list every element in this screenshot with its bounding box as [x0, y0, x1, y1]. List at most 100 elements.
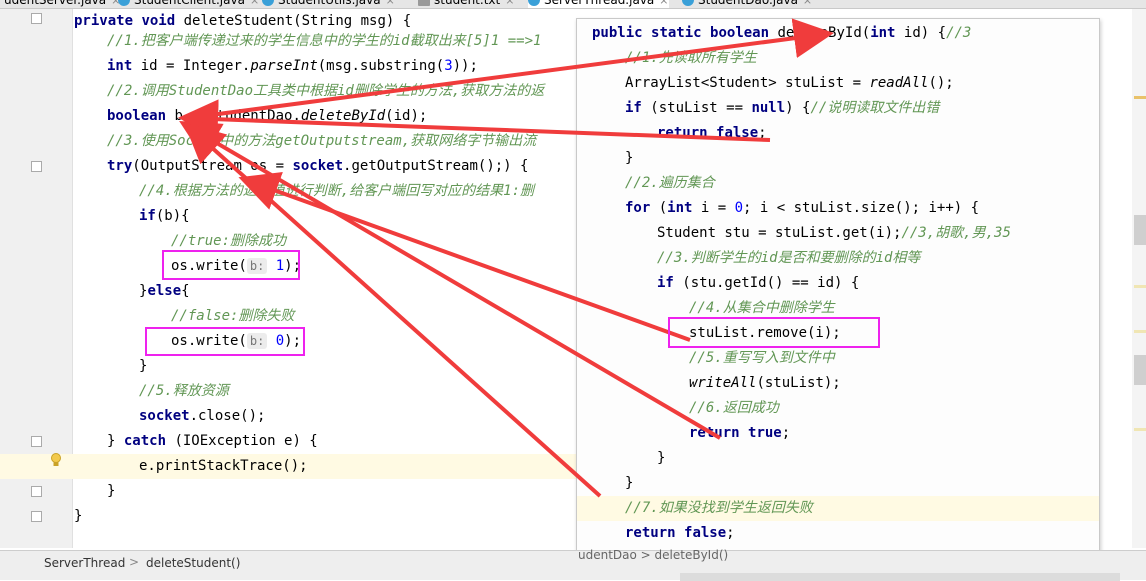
code-token: int: [107, 58, 133, 74]
code-line: //1.先读取所有学生: [577, 46, 757, 71]
code-token: true: [748, 425, 782, 441]
code-token: false: [716, 125, 759, 141]
fold-marker-icon[interactable]: [31, 486, 42, 497]
code-token: //3,胡歌,男,35: [901, 225, 1011, 241]
code-token: //6.返回成功: [689, 400, 779, 416]
close-icon[interactable]: ×: [505, 0, 514, 8]
code-token: (: [650, 200, 668, 216]
code-token: //3.判断学生的id是否和要删除的id相等: [657, 250, 921, 266]
code-token: }: [107, 483, 116, 499]
code-token: if: [139, 208, 156, 224]
code-token: deleteById: [300, 108, 386, 124]
code-token: //2.遍历集合: [625, 175, 715, 191]
code-token: 0: [267, 333, 285, 349]
code-line: writeAll(stuList);: [577, 371, 841, 396]
popup-breadcrumb: udentDao > deleteById(): [578, 548, 729, 562]
code-token: .getOutputStream();) {: [343, 158, 529, 174]
lightbulb-icon[interactable]: [50, 453, 62, 467]
code-token: b = StudentDao.: [166, 108, 301, 124]
code-token: }: [625, 150, 634, 166]
fold-marker-icon[interactable]: [31, 161, 42, 172]
code-token: //3: [946, 25, 972, 41]
tab-2[interactable]: StudentUtils.java ×: [262, 0, 395, 8]
text-file-icon: [418, 0, 430, 6]
java-class-icon: [682, 0, 694, 6]
code-line: for (int i = 0; i < stuList.size(); i++)…: [577, 196, 979, 221]
fold-marker-icon[interactable]: [31, 511, 42, 522]
code-token: private: [74, 13, 134, 29]
code-token: .close();: [189, 408, 266, 424]
code-token: (stuList ==: [641, 100, 752, 116]
code-token: writeAll: [689, 375, 757, 391]
code-token: 1: [267, 258, 285, 274]
tab-3[interactable]: student.txt ×: [418, 0, 514, 8]
code-token: public: [592, 25, 643, 41]
scroll-marker: [1134, 96, 1146, 99]
code-line: }: [577, 446, 665, 471]
close-icon[interactable]: ×: [659, 0, 668, 8]
breadcrumb-class[interactable]: ServerThread: [44, 556, 125, 570]
fold-marker-icon[interactable]: [31, 13, 42, 24]
code-token: {: [181, 283, 190, 299]
code-token: //1.把客户端传递过来的学生信息中的学生的id截取出来[5]1 ==>1: [107, 33, 542, 49]
code-token: //4.从集合中删除学生: [689, 300, 835, 316]
code-token: //1.先读取所有学生: [625, 50, 757, 66]
code-token: id = Integer.: [132, 58, 251, 74]
code-token: ArrayList<Student> stuList =: [625, 75, 870, 91]
code-token: socket: [292, 158, 344, 174]
tab-1[interactable]: StudentClient.java ×: [118, 0, 259, 8]
editor-scrollbar[interactable]: [1132, 9, 1146, 548]
code-line: return true;: [577, 421, 790, 446]
code-token: e.printStackTrace();: [139, 458, 308, 474]
code-token: ;: [726, 525, 735, 541]
scroll-marker: [1134, 330, 1146, 333]
tab-4[interactable]: ServerThread.java ×: [528, 0, 669, 8]
code-line: //2.遍历集合: [577, 171, 715, 196]
code-token: i =: [692, 200, 735, 216]
close-icon[interactable]: ×: [386, 0, 395, 8]
code-line: if (stu.getId() == id) {: [577, 271, 859, 296]
code-token: if: [657, 275, 674, 291]
toolbar-icons-strip: [680, 573, 1120, 581]
code-token: //3.使用Socket中的方法getOutputstream,获取网络字节输出…: [107, 133, 537, 149]
code-line: if (stuList == null) {//说明读取文件出错: [577, 96, 939, 121]
code-line: public static boolean deleteById(int id)…: [577, 21, 971, 46]
code-token: 0: [734, 200, 744, 216]
tab-0[interactable]: udentServer.java ×: [0, 0, 120, 8]
java-class-icon: [118, 0, 130, 6]
code-token: if: [625, 100, 642, 116]
code-token: ;: [781, 425, 791, 441]
code-token: null: [751, 100, 786, 116]
scroll-marker: [1134, 285, 1146, 288]
code-line: //6.返回成功: [577, 396, 779, 421]
tab-label: StudentClient.java: [134, 0, 245, 7]
breadcrumb-separator: >: [129, 555, 140, 569]
code-token: deleteStudent(String msg) {: [175, 13, 412, 29]
code-token: b:: [246, 258, 268, 274]
status-bar: ServerThread > deleteStudent() udentDao …: [0, 548, 1146, 581]
code-token: int: [667, 200, 693, 216]
code-token: catch: [123, 433, 167, 449]
code-token: socket: [139, 408, 190, 424]
code-token: Student stu = stuList.get(i);: [657, 225, 902, 241]
breadcrumb-method[interactable]: deleteStudent(): [146, 556, 240, 570]
code-token: return: [689, 425, 740, 441]
close-icon[interactable]: ×: [250, 0, 259, 8]
tab-5[interactable]: StudentDao.java ×: [682, 0, 812, 8]
code-token: ));: [452, 58, 478, 74]
tab-label: udentServer.java: [4, 0, 107, 7]
code-token: void: [141, 13, 176, 29]
code-token: stuList.remove(i);: [689, 325, 841, 341]
java-class-icon: [262, 0, 274, 6]
tab-label: student.txt: [434, 0, 501, 7]
code-token: //7.如果没找到学生返回失败: [625, 500, 813, 516]
code-token: int: [870, 25, 896, 41]
fold-marker-icon[interactable]: [31, 436, 42, 447]
code-token: false: [684, 525, 727, 541]
code-line: }: [577, 471, 633, 496]
quick-definition-popup[interactable]: public static boolean deleteById(int id)…: [576, 18, 1100, 560]
close-icon[interactable]: ×: [803, 0, 812, 8]
